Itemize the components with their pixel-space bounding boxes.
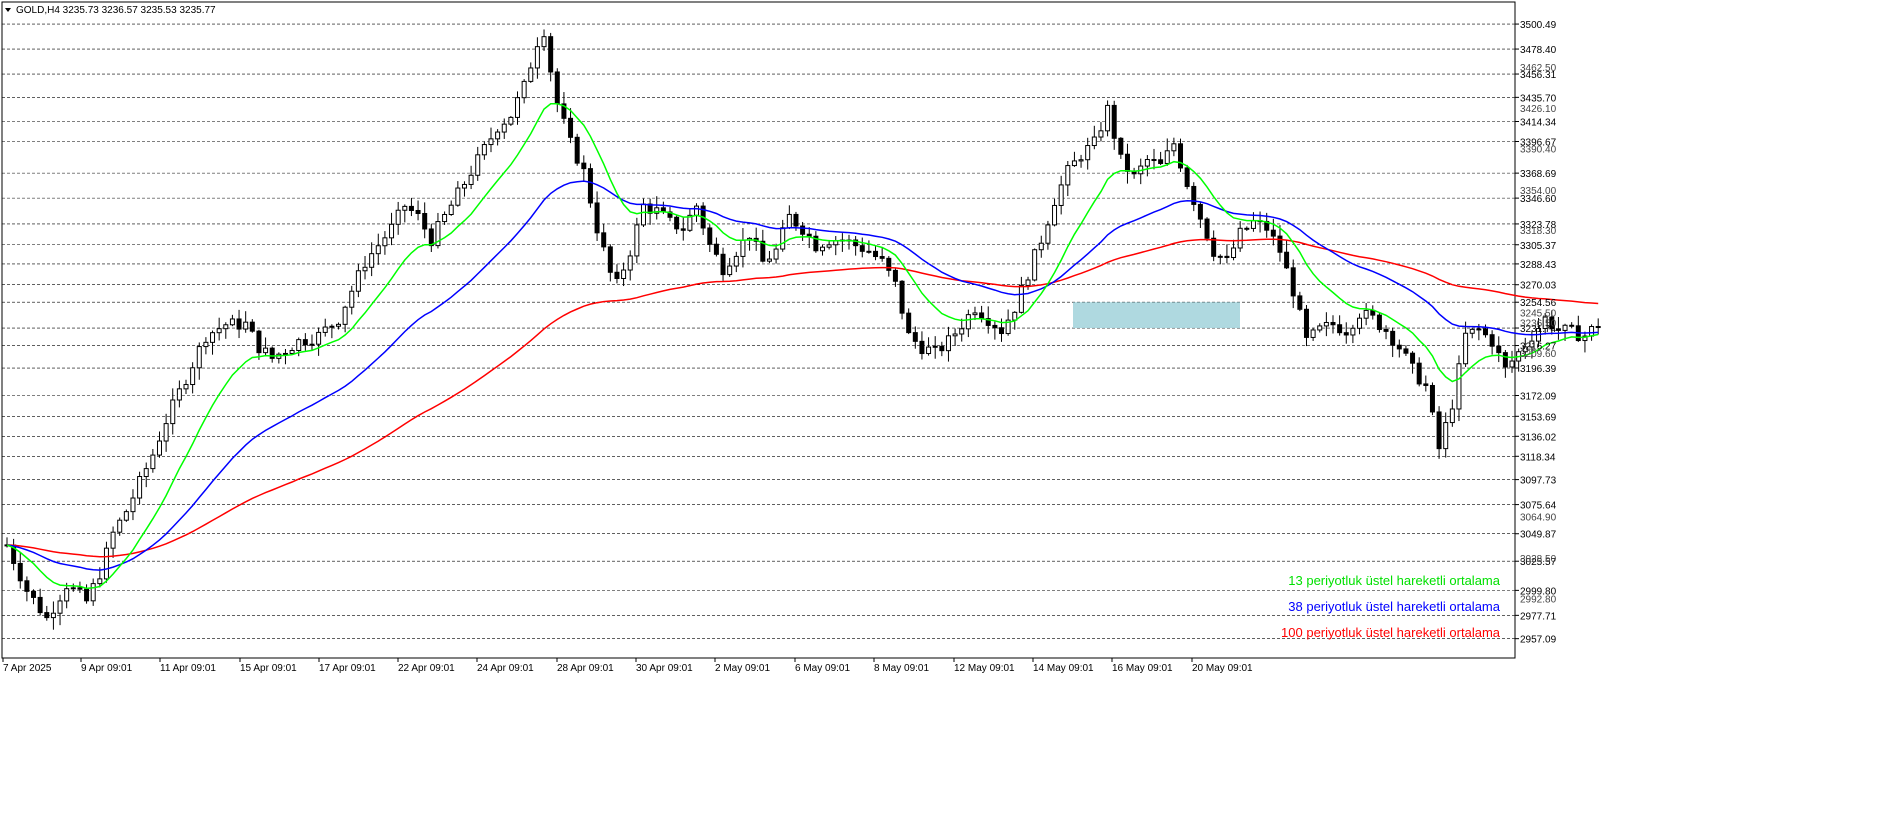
price-label: 3075.64 [1520, 501, 1557, 512]
time-label: 24 Apr 09:01 [477, 663, 534, 674]
candle [899, 280, 905, 320]
time-label: 16 May 09:01 [1112, 663, 1173, 674]
time-label: 30 Apr 09:01 [636, 663, 693, 674]
symbol-label: GOLD,H4 3235.73 3236.57 3235.53 3235.77 [16, 5, 216, 16]
candle [1582, 331, 1588, 353]
time-label: 17 Apr 09:01 [319, 663, 376, 674]
price-label-minor: 3390.40 [1520, 145, 1557, 156]
time-label: 8 May 09:01 [874, 663, 929, 674]
legend-entry: 100 periyotluk üstel hareketli ortalama [1281, 625, 1501, 640]
candle [123, 509, 129, 522]
price-label-minor: 3462.50 [1520, 63, 1557, 74]
candle [508, 115, 514, 126]
price-label: 3478.40 [1520, 45, 1557, 56]
price-axis: 3500.493478.403456.313435.703414.343396.… [1515, 20, 1557, 646]
time-label: 20 May 09:01 [1192, 663, 1253, 674]
price-label: 3500.49 [1520, 20, 1557, 31]
candle [1204, 217, 1210, 242]
time-label: 2 May 09:01 [715, 663, 770, 674]
price-label: 3136.02 [1520, 432, 1557, 443]
price-label: 3118.34 [1520, 452, 1556, 463]
time-label: 22 Apr 09:01 [398, 663, 455, 674]
price-label: 2977.71 [1520, 611, 1557, 622]
candle [1032, 248, 1038, 282]
time-label: 9 Apr 09:01 [81, 663, 133, 674]
candle [1429, 382, 1435, 416]
candle [1376, 312, 1382, 333]
price-label: 3097.73 [1520, 476, 1557, 487]
highlight-zone[interactable] [1073, 302, 1240, 329]
time-label: 7 Apr 2025 [3, 663, 52, 674]
chart-header: GOLD,H4 3235.73 3236.57 3235.53 3235.77 [5, 5, 216, 16]
time-label: 15 Apr 09:01 [240, 663, 297, 674]
price-label: 3414.34 [1520, 118, 1557, 129]
candle [1178, 138, 1184, 172]
candle [574, 133, 580, 166]
legend-entry: 38 periyotluk üstel hareketli ortalama [1288, 599, 1500, 614]
plot-area[interactable] [1, 1, 1516, 659]
chart-window[interactable]: 3500.49 3478.40 3456.31 3435.70 3414.34 3396.… [0, 0, 1896, 820]
price-label: 3305.37 [1520, 241, 1557, 252]
price-label-minor: 3209.60 [1520, 349, 1557, 360]
legend-entry: 13 periyotluk üstel hareketli ortalama [1288, 573, 1500, 588]
time-label: 6 May 09:01 [795, 663, 850, 674]
price-label-minor: 3028.50 [1520, 554, 1557, 565]
price-chart[interactable]: 3500.493478.403456.313435.703414.343396.… [0, 0, 1896, 820]
price-label: 3172.09 [1520, 391, 1557, 402]
price-label: 3288.43 [1520, 260, 1557, 271]
price-label-minor: 3354.00 [1520, 186, 1557, 197]
time-label: 14 May 09:01 [1033, 663, 1094, 674]
price-label: 3153.69 [1520, 412, 1557, 423]
price-label: 3435.70 [1520, 93, 1557, 104]
candle [634, 217, 640, 264]
candle [1105, 100, 1111, 137]
price-label: 3196.39 [1520, 364, 1557, 375]
price-label-minor: 3236.50 [1520, 319, 1557, 330]
candle [103, 541, 109, 583]
time-axis: 7 Apr 2025 9 Apr 09:01 11 Apr 09:01 15 Apr … [2, 658, 1253, 674]
candle [1184, 164, 1190, 190]
price-label: 3368.69 [1520, 169, 1557, 180]
time-label: 12 May 09:01 [954, 663, 1015, 674]
price-label-minor: 3426.10 [1520, 104, 1557, 115]
price-label-minor: 3318.30 [1520, 226, 1557, 237]
price-label: 3270.03 [1520, 281, 1557, 292]
candle [1555, 316, 1561, 340]
price-label-minor: 3064.90 [1520, 513, 1557, 524]
legend: 13 periyotluk üstel hareketli ortalama 38… [1281, 573, 1501, 640]
highlight-zone-layer [1073, 302, 1240, 329]
price-label: 2957.09 [1520, 635, 1557, 646]
candle [1569, 322, 1575, 329]
time-label: 11 Apr 09:01 [160, 663, 216, 674]
time-label: 28 Apr 09:01 [557, 663, 614, 674]
candle [587, 163, 593, 208]
price-label: 3049.87 [1520, 530, 1557, 541]
price-label-minor: 2992.80 [1520, 594, 1557, 605]
